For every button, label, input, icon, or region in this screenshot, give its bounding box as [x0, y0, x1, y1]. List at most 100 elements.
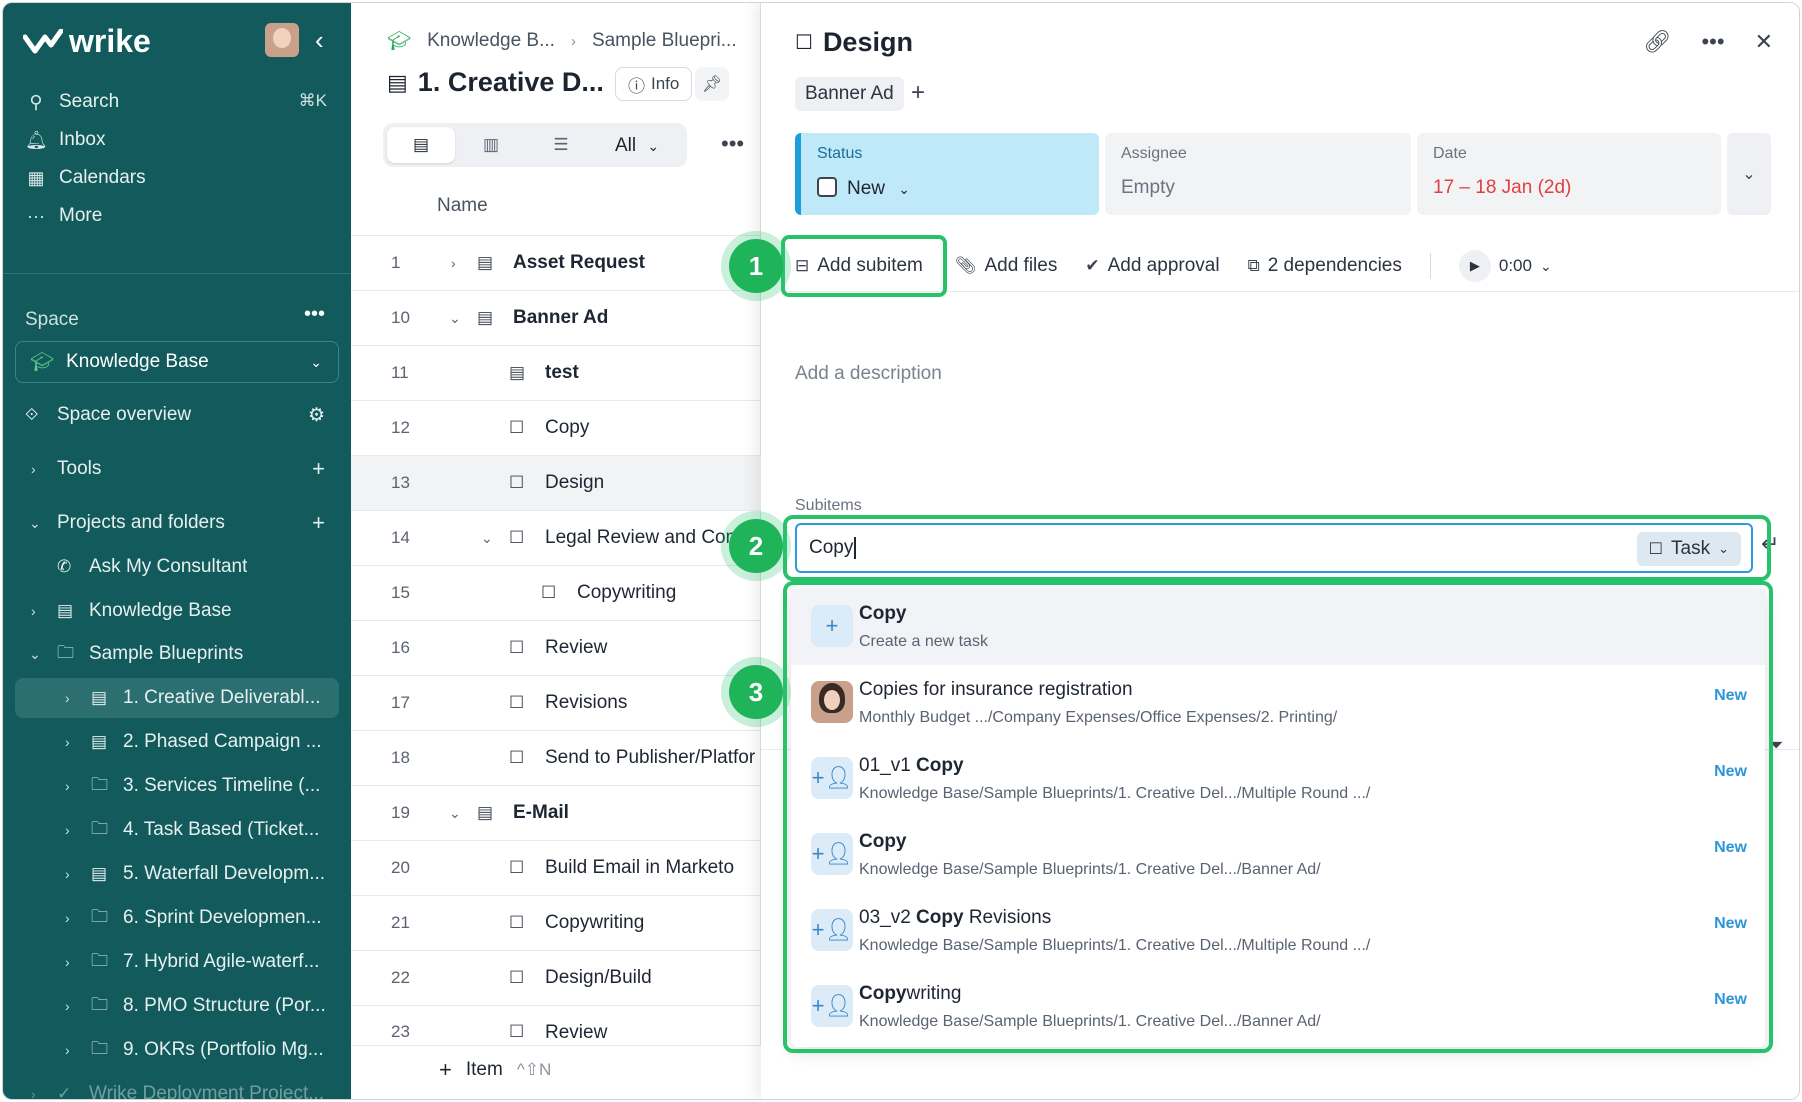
chevron-down-icon[interactable]: ⌄ — [449, 310, 461, 327]
status-checkbox[interactable] — [817, 177, 837, 197]
sidebar-item-services-timeline[interactable]: › 🗀︎ 3. Services Timeline (... — [3, 766, 351, 806]
wrike-logo[interactable]: wrike — [23, 23, 151, 60]
row-number: 18 — [391, 748, 410, 767]
table-row[interactable]: 22 ☐ Design/Build — [351, 950, 761, 1005]
assignee-field[interactable]: Assignee Empty — [1105, 133, 1411, 215]
table-row[interactable]: 20 ☐ Build Email in Marketo — [351, 840, 761, 895]
sidebar-item-label: Projects and folders — [57, 512, 225, 533]
date-field[interactable]: Date 17 – 18 Jan (2d) — [1417, 133, 1721, 215]
add-icon[interactable]: + — [312, 456, 325, 482]
table-row[interactable]: 11 ▤ test — [351, 345, 761, 400]
nav-search[interactable]: ⚲ Search — [25, 91, 119, 113]
breadcrumb-item[interactable]: Knowledge B... — [427, 30, 555, 52]
chevron-down-icon[interactable]: ⌄ — [449, 805, 461, 822]
table-row[interactable]: 18 ☐ Send to Publisher/Platfor — [351, 730, 761, 785]
task-title-text[interactable]: Design — [823, 27, 913, 58]
sidebar-item-task-based[interactable]: › 🗀︎ 4. Task Based (Ticket... — [3, 810, 351, 850]
sidebar-item-okrs[interactable]: › 🗀︎ 9. OKRs (Portfolio Mg... — [3, 1030, 351, 1070]
table-row[interactable]: 19 ⌄ ▤ E-Mail — [351, 785, 761, 840]
space-label: Space — [25, 309, 79, 330]
sidebar-item-ask-my-consultant[interactable]: ✆ Ask My Consultant — [3, 547, 351, 587]
table-row[interactable]: 10 ⌄ ▤ Banner Ad — [351, 290, 761, 345]
sidebar-item-hybrid[interactable]: › 🗀︎ 7. Hybrid Agile-waterf... — [3, 942, 351, 982]
sidebar-item-knowledge-base[interactable]: › ▤ Knowledge Base — [3, 591, 351, 631]
sidebar-item-label: 1. Creative Deliverabl... — [123, 687, 321, 708]
gantt-view-button[interactable]: ☰ — [527, 127, 595, 163]
chevron-right-icon: › — [65, 998, 70, 1014]
add-item-button[interactable]: + Item ^⇧N — [439, 1057, 551, 1083]
task-detail-panel: ☐ Design 🔗︎ ••• ✕ Banner Ad + Status New… — [761, 3, 1799, 1099]
close-icon[interactable]: ✕ — [1755, 29, 1773, 55]
sidebar-item-projects-and-folders[interactable]: ⌄ Projects and folders + — [3, 503, 351, 543]
approval-check-icon: ✔ — [1085, 256, 1100, 275]
row-number: 12 — [391, 418, 410, 437]
column-header-name[interactable]: Name — [437, 195, 488, 217]
more-icon[interactable]: ••• — [1701, 29, 1724, 55]
add-icon[interactable]: + — [312, 510, 325, 536]
sidebar-item-wrike-deployment[interactable]: › ✓ Wrike Deployment Project... — [3, 1074, 351, 1099]
collapse-sidebar-icon[interactable]: ‹ — [315, 25, 324, 56]
add-approval-button[interactable]: ✔ Add approval — [1085, 255, 1219, 277]
link-icon[interactable]: 🔗︎ — [1644, 29, 1672, 55]
chevron-down-icon[interactable]: ⌄ — [481, 530, 493, 547]
table-row[interactable]: 14 ⌄ ☐ Legal Review and Com — [351, 510, 761, 565]
table-row[interactable]: 21 ☐ Copywriting — [351, 895, 761, 950]
timer-button[interactable]: ▶ 0:00 ⌄ — [1458, 250, 1552, 282]
sidebar-item-space-overview[interactable]: ⟐ Space overview ⚙ — [3, 395, 351, 435]
sidebar-item-waterfall[interactable]: › ▤ 5. Waterfall Developm... — [3, 854, 351, 894]
dependencies-button[interactable]: ⧉ 2 dependencies — [1248, 255, 1402, 277]
chevron-right-icon[interactable]: › — [451, 255, 456, 271]
nav-more[interactable]: ··· More — [25, 205, 102, 227]
table-row[interactable]: 23 ☐ Review — [351, 1005, 761, 1045]
page-title-text[interactable]: 1. Creative D... — [418, 67, 604, 98]
chevron-down-icon: ⌄ — [29, 514, 41, 531]
nav-inbox[interactable]: 🔔︎ Inbox — [25, 129, 105, 151]
folder-icon: 🗀︎ — [91, 1038, 108, 1058]
project-icon: ▤ — [477, 308, 494, 327]
status-value: New ⌄ — [817, 177, 1083, 200]
table-row[interactable]: 15 ☐ Copywriting — [351, 565, 761, 620]
space-selector[interactable]: 🎓︎ Knowledge Base ⌄ — [15, 341, 339, 383]
row-label: Copywriting — [545, 912, 645, 933]
nav-calendars[interactable]: ▦ Calendars — [25, 167, 145, 189]
row-number: 14 — [391, 528, 410, 547]
filter-dropdown[interactable]: All ⌄ — [615, 135, 659, 157]
folder-icon: 🗀︎ — [91, 906, 108, 926]
add-tag-icon[interactable]: + — [911, 79, 925, 107]
breadcrumb-item[interactable]: Sample Bluepri... — [592, 30, 737, 52]
table-row[interactable]: 16 ☐ Review — [351, 620, 761, 675]
date-label: Date — [1433, 145, 1467, 162]
space-more-icon[interactable]: ••• — [304, 303, 325, 326]
sidebar-item-pmo[interactable]: › 🗀︎ 8. PMO Structure (Por... — [3, 986, 351, 1026]
sidebar-item-tools[interactable]: › Tools + — [3, 449, 351, 489]
task-icon: ☐ — [795, 32, 813, 54]
chevron-right-icon: › — [65, 866, 70, 882]
table-row[interactable]: 17 ☐ Revisions — [351, 675, 761, 730]
info-button[interactable]: ⓘ Info — [615, 67, 693, 101]
row-label: Revisions — [545, 692, 628, 713]
status-field[interactable]: Status New ⌄ — [795, 133, 1099, 215]
add-files-button[interactable]: 📎︎ Add files — [955, 255, 1057, 277]
gear-icon[interactable]: ⚙ — [308, 404, 325, 427]
list-more-icon[interactable]: ••• — [721, 131, 744, 157]
board-view-button[interactable]: ▥ — [457, 127, 525, 163]
sidebar-item-sprint[interactable]: › 🗀︎ 6. Sprint Developmen... — [3, 898, 351, 938]
description-field[interactable]: Add a description — [795, 363, 942, 385]
more-icon: ··· — [27, 205, 45, 226]
sidebar-item-phased-campaign[interactable]: › ▤ 2. Phased Campaign ... — [3, 722, 351, 762]
callout-highlight-2 — [783, 515, 1771, 581]
project-icon: ▤ — [57, 601, 74, 620]
user-avatar[interactable] — [265, 23, 299, 57]
date-value: 17 – 18 Jan (2d) — [1433, 177, 1572, 198]
sidebar-item-label: 3. Services Timeline (... — [123, 775, 321, 796]
sidebar-item-sample-blueprints[interactable]: ⌄ 🗀︎ Sample Blueprints — [3, 634, 351, 674]
table-row[interactable]: 13 ☐ Design — [351, 455, 761, 510]
table-row[interactable]: 1 › ▤ Asset Request — [351, 235, 761, 290]
expand-fields-button[interactable]: ⌄ — [1727, 133, 1771, 215]
table-row[interactable]: 12 ☐ Copy — [351, 400, 761, 455]
row-number: 21 — [391, 913, 410, 932]
sidebar-item-creative-deliverables[interactable]: › ▤ 1. Creative Deliverabl... — [15, 678, 339, 718]
pin-button[interactable]: 📌︎ — [695, 67, 729, 101]
table-view-button[interactable]: ▤ — [387, 127, 455, 163]
parent-tag[interactable]: Banner Ad — [795, 77, 904, 111]
